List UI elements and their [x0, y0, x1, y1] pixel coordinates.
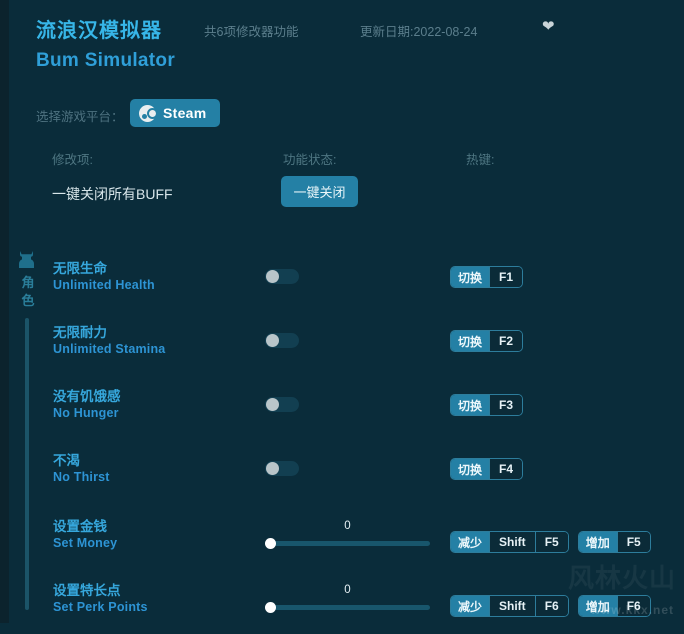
hotkey-group[interactable]: 切换 F2 [450, 330, 524, 352]
hotkey-action-label: 增加 [578, 596, 617, 616]
hotkey-action-label: 减少 [451, 596, 490, 616]
column-header-state: 功能状态: [283, 153, 337, 167]
hotkey-key-label: F6 [534, 596, 568, 616]
hotkey-group[interactable]: 切换 F1 [450, 266, 524, 288]
platform-steam-button[interactable]: Steam [130, 99, 220, 127]
slider-value: 0 [344, 584, 351, 596]
hotkey-action-label: 减少 [451, 532, 490, 552]
hotkey-action-label: 增加 [578, 532, 617, 552]
hotkey-action-label: 切换 [451, 395, 490, 415]
modifier-name: 无限耐力 Unlimited Stamina [53, 324, 165, 357]
toggle-knob [266, 334, 279, 347]
table-row: 没有饥饿感 No Hunger 切换 F3 [0, 378, 684, 442]
page-title-cn: 流浪汉模拟器 [36, 20, 162, 42]
hotkey-key-label: F4 [489, 459, 523, 479]
modifier-name-cn: 无限耐力 [53, 325, 107, 340]
hotkey-group-list: 减少 Shift F5 增加 F5 [450, 531, 651, 553]
modifier-name-cn: 不渴 [53, 453, 80, 468]
modifier-toggle[interactable] [265, 333, 299, 348]
table-row: 设置金钱 Set Money 0 减少 Shift F5 增加 F5 [0, 506, 684, 570]
platform-select-label: 选择游戏平台： [36, 110, 124, 124]
feature-count-label: 共6项修改器功能 [204, 25, 299, 39]
modifier-name-cn: 设置特长点 [53, 583, 121, 598]
hotkey-key-label: F5 [534, 532, 568, 552]
column-header-hotkey: 热键: [466, 153, 495, 167]
disable-all-buffs-label: 一键关闭所有BUFF [52, 186, 173, 202]
modifier-name: 无限生命 Unlimited Health [53, 260, 155, 293]
modifier-name-en: Set Perk Points [53, 600, 148, 614]
modifier-name-en: Unlimited Stamina [53, 342, 166, 356]
column-header-modifier: 修改项: [52, 153, 93, 167]
hotkey-group[interactable]: 增加 F6 [577, 595, 651, 617]
toggle-knob [266, 398, 279, 411]
modifier-name: 不渴 No Thirst [53, 452, 110, 485]
modifier-name-cn: 没有饥饿感 [53, 389, 121, 404]
modifier-name-en: Unlimited Health [53, 278, 155, 292]
slider-track[interactable] [265, 605, 430, 610]
hotkey-group-list: 切换 F4 [450, 458, 524, 480]
modifier-name: 设置特长点 Set Perk Points [53, 582, 148, 615]
hotkey-group[interactable]: 增加 F5 [577, 531, 651, 553]
slider-knob[interactable] [265, 538, 276, 549]
toggle-knob [266, 270, 279, 283]
hotkey-group-list: 减少 Shift F6 增加 F6 [450, 595, 651, 617]
hotkey-group[interactable]: 切换 F3 [450, 394, 524, 416]
hotkey-key-label: F3 [489, 395, 523, 415]
hotkey-key-label: F2 [489, 331, 523, 351]
hotkey-action-label: 切换 [451, 331, 490, 351]
table-row: 无限生命 Unlimited Health 切换 F1 [0, 250, 684, 314]
hotkey-key-label: Shift [489, 532, 535, 552]
modifier-toggle[interactable] [265, 397, 299, 412]
hotkey-action-label: 切换 [451, 459, 490, 479]
modifier-toggle[interactable] [265, 461, 299, 476]
table-row: 设置特长点 Set Perk Points 0 减少 Shift F6 增加 F6 [0, 570, 684, 634]
modifier-name-en: No Thirst [53, 470, 110, 484]
hotkey-group[interactable]: 减少 Shift F6 [450, 595, 569, 617]
hotkey-group-list: 切换 F1 [450, 266, 524, 288]
hotkey-key-label: F6 [616, 596, 650, 616]
heart-icon[interactable]: ❤ [542, 19, 555, 34]
modifier-toggle[interactable] [265, 269, 299, 284]
slider-value: 0 [344, 520, 351, 532]
slider-knob[interactable] [265, 602, 276, 613]
toggle-knob [266, 462, 279, 475]
slider-track[interactable] [265, 541, 430, 546]
hotkey-key-label: F1 [489, 267, 523, 287]
hotkey-group-list: 切换 F3 [450, 394, 524, 416]
hotkey-key-label: Shift [489, 596, 535, 616]
modifier-name: 设置金钱 Set Money [53, 518, 117, 551]
left-edge-strip [0, 0, 9, 623]
modifier-name-en: No Hunger [53, 406, 119, 420]
table-row: 无限耐力 Unlimited Stamina 切换 F2 [0, 314, 684, 378]
hotkey-group[interactable]: 减少 Shift F5 [450, 531, 569, 553]
modifier-name-cn: 无限生命 [53, 261, 107, 276]
modifier-name: 没有饥饿感 No Hunger [53, 388, 121, 421]
steam-icon [139, 104, 158, 122]
update-date-label: 更新日期:2022-08-24 [360, 25, 478, 39]
page-title-en: Bum Simulator [36, 50, 176, 71]
hotkey-key-label: F5 [616, 532, 650, 552]
hotkey-group[interactable]: 切换 F4 [450, 458, 524, 480]
table-row: 不渴 No Thirst 切换 F4 [0, 442, 684, 506]
platform-steam-label: Steam [163, 105, 207, 121]
modifier-name-en: Set Money [53, 536, 118, 550]
disable-all-buffs-button[interactable]: 一键关闭 [281, 176, 358, 207]
hotkey-action-label: 切换 [451, 267, 490, 287]
modifier-name-cn: 设置金钱 [53, 519, 107, 534]
app-header: 流浪汉模拟器 Bum Simulator 共6项修改器功能 更新日期:2022-… [0, 0, 684, 88]
hotkey-group-list: 切换 F2 [450, 330, 524, 352]
